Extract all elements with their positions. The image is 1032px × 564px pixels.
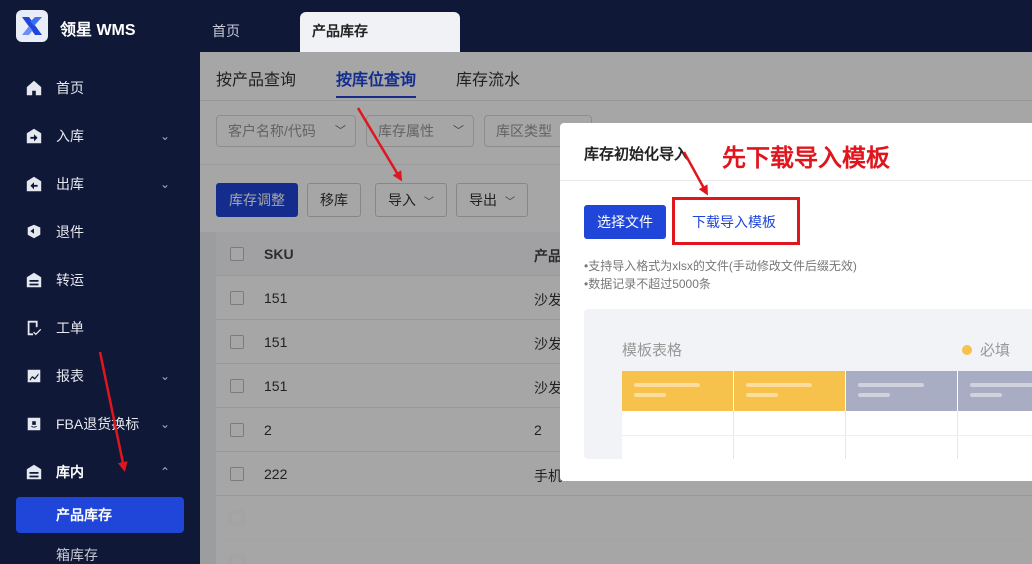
sidebar-item-work-order[interactable]: 工单: [0, 304, 200, 352]
chevron-down-icon: ⌄: [160, 129, 171, 143]
chevron-down-icon: ⌄: [160, 417, 171, 431]
top-bar: 领星 WMS 首页 产品库存: [0, 0, 1032, 52]
template-col-optional: [958, 371, 1032, 411]
sidebar-subitem-box-inventory[interactable]: 箱库存: [16, 537, 184, 564]
modal-divider: [560, 180, 1032, 181]
sidebar-item-label: FBA退货换标: [56, 416, 140, 432]
sidebar-item-transfer[interactable]: 转运: [0, 256, 200, 304]
sidebar-item-label: 报表: [56, 368, 84, 384]
report-icon: [24, 366, 44, 386]
template-col-required: [734, 371, 846, 411]
modal-title: 库存初始化导入: [584, 146, 690, 163]
sidebar-item-warehouse[interactable]: 库内 ⌃: [0, 448, 200, 496]
sidebar-item-label: 工单: [56, 320, 84, 336]
sidebar-item-fba[interactable]: FBA退货换标 ⌄: [0, 400, 200, 448]
sidebar-item-label: 首页: [56, 80, 84, 96]
sidebar-item-label: 入库: [56, 128, 84, 144]
logo-icon: [22, 17, 42, 35]
fba-icon: [24, 414, 44, 434]
template-grid: [622, 371, 1032, 459]
app-logo[interactable]: [16, 10, 48, 42]
home-icon: [24, 78, 44, 98]
chevron-down-icon: ⌄: [160, 177, 171, 191]
template-title: 模板表格: [622, 342, 683, 359]
sidebar-item-inbound[interactable]: 入库 ⌄: [0, 112, 200, 160]
required-dot-icon: [962, 345, 972, 355]
import-modal: 库存初始化导入 选择文件 下载导入模板 •支持导入格式为xlsx的文件(手动修改…: [560, 123, 1032, 481]
sidebar-item-returns[interactable]: 退件: [0, 208, 200, 256]
sidebar-item-label: 退件: [56, 224, 84, 240]
template-col-required: [622, 371, 734, 411]
return-icon: [24, 222, 44, 242]
sidebar-subitem-product-inventory[interactable]: 产品库存: [16, 497, 184, 533]
transfer-icon: [24, 270, 44, 290]
tab-product-inventory[interactable]: 产品库存: [300, 12, 460, 52]
tab-home[interactable]: 首页: [200, 12, 252, 52]
warehouse-icon: [24, 462, 44, 482]
work-order-icon: [24, 318, 44, 338]
hint-format: •支持导入格式为xlsx的文件(手动修改文件后缀无效): [584, 259, 857, 273]
hint-limit: •数据记录不超过5000条: [584, 277, 711, 291]
choose-file-button[interactable]: 选择文件: [584, 205, 666, 239]
sidebar-item-report[interactable]: 报表 ⌄: [0, 352, 200, 400]
sidebar-item-label: 出库: [56, 176, 84, 192]
template-preview: 模板表格 必填: [584, 309, 1032, 459]
sidebar: 首页 入库 ⌄ 出库 ⌄ 退件 转运 工单 报表 ⌄ FBA退货换标 ⌄ 库内 …: [0, 52, 200, 564]
sidebar-item-home[interactable]: 首页: [0, 64, 200, 112]
outbound-icon: [24, 174, 44, 194]
sidebar-item-label: 转运: [56, 272, 84, 288]
sidebar-item-outbound[interactable]: 出库 ⌄: [0, 160, 200, 208]
required-label: 必填: [980, 342, 1011, 359]
app-title: 领星 WMS: [60, 22, 136, 39]
template-col-optional: [846, 371, 958, 411]
sidebar-item-label: 库内: [56, 464, 84, 480]
chevron-down-icon: ⌄: [160, 369, 171, 383]
annotation-highlight-box: [672, 197, 800, 245]
chevron-up-icon: ⌃: [160, 465, 171, 479]
inbound-icon: [24, 126, 44, 146]
annotation-text: 先下载导入模板: [722, 145, 890, 172]
